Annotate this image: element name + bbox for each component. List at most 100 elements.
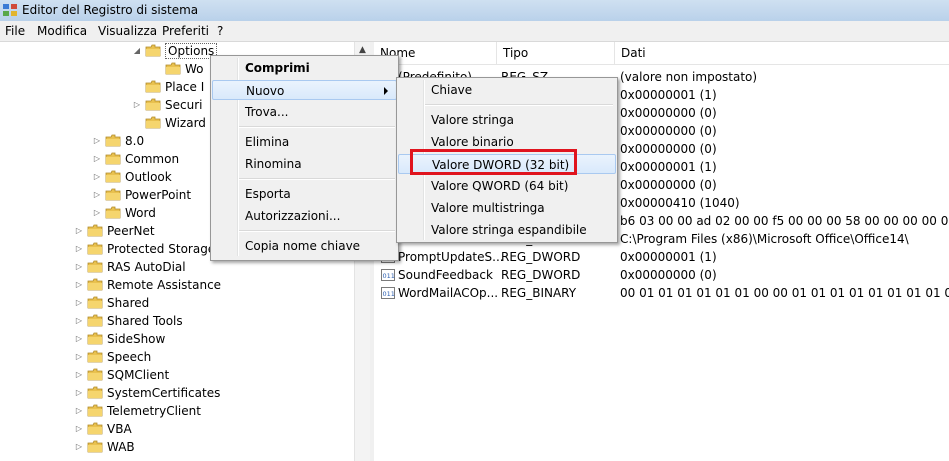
cell-type: REG_DWORD [501, 250, 581, 264]
menu-separator [425, 104, 613, 106]
table-row[interactable]: 011 SoundFeedback REG_DWORD 0x00000000 (0) [374, 266, 949, 284]
menu-help[interactable]: ? [217, 24, 223, 38]
expander-icon[interactable]: ▷ [92, 150, 102, 168]
folder-icon [145, 44, 161, 57]
expander-icon[interactable]: ▷ [74, 258, 84, 276]
cell-data: 0x00000000 (0) [620, 124, 717, 138]
column-header-data[interactable]: Dati [614, 42, 949, 64]
expander-icon[interactable]: ▷ [74, 330, 84, 348]
menu-item-autorizzazioni[interactable]: Autorizzazioni... [212, 206, 397, 226]
tree-item[interactable]: ▷ TelemetryClient [0, 402, 354, 420]
expander-icon[interactable]: ▷ [74, 276, 84, 294]
folder-icon [105, 206, 121, 219]
menu-item-esporta[interactable]: Esporta [212, 184, 397, 204]
table-row[interactable]: 011 WordMailACOp... REG_BINARY 00 01 01 01 … [374, 284, 949, 302]
cell-data: b6 03 00 00 ad 02 00 00 f5 00 00 00 58 0… [620, 214, 949, 228]
folder-icon [87, 260, 103, 273]
menu-visualizza[interactable]: Visualizza [98, 24, 157, 38]
menu-file[interactable]: File [5, 24, 25, 38]
menu-item-trova[interactable]: Trova... [212, 102, 397, 122]
submenu-item-chiave[interactable]: Chiave [398, 80, 616, 100]
list-header: Nome Tipo Dati [374, 42, 949, 65]
expander-icon[interactable]: ▷ [74, 366, 84, 384]
cell-data: 0x00000410 (1040) [620, 196, 740, 210]
tree-item-label: Speech [107, 350, 152, 364]
tree-item[interactable]: ▷ Speech [0, 348, 354, 366]
menu-separator [239, 230, 395, 232]
menu-separator [239, 178, 395, 180]
tree-item-label: Common [125, 152, 180, 166]
folder-icon [145, 98, 161, 111]
tree-item-label: VBA [107, 422, 132, 436]
tree-item-label: Shared Tools [107, 314, 183, 328]
tree-item-label: Place I [165, 80, 205, 94]
expander-icon[interactable]: ▷ [92, 186, 102, 204]
expander-icon[interactable]: ▷ [132, 96, 142, 114]
expander-icon[interactable]: ▷ [74, 402, 84, 420]
tree-item[interactable]: ▷ VBA [0, 420, 354, 438]
folder-icon [87, 314, 103, 327]
menu-item-elimina[interactable]: Elimina [212, 132, 397, 152]
folder-icon [145, 80, 161, 93]
tree-item[interactable]: ▷ Shared Tools [0, 312, 354, 330]
menu-item-comprimi[interactable]: Comprimi [212, 58, 397, 78]
column-header-type[interactable]: Tipo [496, 42, 615, 64]
submenu-item-valore-multistringa[interactable]: Valore multistringa [398, 198, 616, 218]
folder-icon [87, 224, 103, 237]
cell-name: PromptUpdateS... [398, 250, 504, 264]
cell-type: REG_BINARY [501, 286, 577, 300]
submenu-item-valore-stringa-espandibile[interactable]: Valore stringa espandibile [398, 220, 616, 240]
menu-separator [239, 126, 395, 128]
tree-item-label: Wizard [165, 116, 206, 130]
expander-icon[interactable]: ▷ [74, 312, 84, 330]
window-title: Editor del Registro di sistema [22, 3, 199, 17]
expander-icon[interactable]: ▷ [74, 294, 84, 312]
menu-preferiti[interactable]: Preferiti [162, 24, 209, 38]
tree-item-label: Wo [185, 62, 204, 76]
expander-icon[interactable]: ▷ [92, 204, 102, 222]
expander-icon[interactable]: ▷ [92, 168, 102, 186]
cell-data: 00 01 01 01 01 01 01 00 00 01 01 01 01 0… [620, 286, 949, 300]
expander-icon[interactable]: ▷ [74, 384, 84, 402]
tree-item-label: Shared [107, 296, 150, 310]
binary-value-icon: 011 [381, 287, 395, 299]
cell-data: 0x00000001 (1) [620, 88, 717, 102]
tree-item[interactable]: ▷ SystemCertificates [0, 384, 354, 402]
menu-modifica[interactable]: Modifica [37, 24, 87, 38]
cell-data: 0x00000000 (0) [620, 268, 717, 282]
expander-icon[interactable]: ▷ [74, 420, 84, 438]
highlight-annotation [410, 149, 577, 175]
tree-item-label: PowerPoint [125, 188, 192, 202]
tree-item[interactable]: ▷ SQMClient [0, 366, 354, 384]
tree-item[interactable]: ▷ Shared [0, 294, 354, 312]
folder-icon [87, 422, 103, 435]
submenu-item-valore-stringa[interactable]: Valore stringa [398, 110, 616, 130]
table-row[interactable]: 011PromptUpdateS...REG_DWORD0x00000001 (… [374, 248, 949, 266]
cell-data: 0x00000000 (0) [620, 106, 717, 120]
expander-icon[interactable]: ▷ [92, 132, 102, 150]
submenu-item-valore-qword[interactable]: Valore QWORD (64 bit) [398, 176, 616, 196]
expander-icon[interactable]: ▷ [74, 222, 84, 240]
expander-icon[interactable]: ◢ [132, 42, 142, 60]
tree-item[interactable]: ▷ WAB [0, 438, 354, 456]
menu-item-nuovo[interactable]: Nuovo [212, 80, 397, 100]
folder-icon [87, 350, 103, 363]
folder-icon [87, 386, 103, 399]
context-menu: Comprimi Nuovo Trova... Elimina Rinomina… [210, 55, 399, 261]
tree-item[interactable]: ▷ SideShow [0, 330, 354, 348]
menu-item-rinomina[interactable]: Rinomina [212, 154, 397, 174]
registry-editor-icon [3, 4, 17, 16]
scroll-up-icon[interactable]: ▲ [359, 45, 366, 55]
expander-icon[interactable]: ▷ [74, 240, 84, 258]
expander-icon[interactable]: ▷ [74, 438, 84, 456]
folder-icon [87, 242, 103, 255]
tree-item[interactable]: ▷ Remote Assistance [0, 276, 354, 294]
expander-icon[interactable]: ▷ [74, 348, 84, 366]
folder-icon [87, 332, 103, 345]
folder-icon [105, 152, 121, 165]
folder-icon [105, 188, 121, 201]
tree-item-label: TelemetryClient [107, 404, 201, 418]
cell-data: C:\Program Files (x86)\Microsoft Office\… [620, 232, 909, 246]
menu-item-copia-nome-chiave[interactable]: Copia nome chiave [212, 236, 397, 256]
menu-bar: File Modifica Visualizza Preferiti ? [0, 21, 949, 42]
